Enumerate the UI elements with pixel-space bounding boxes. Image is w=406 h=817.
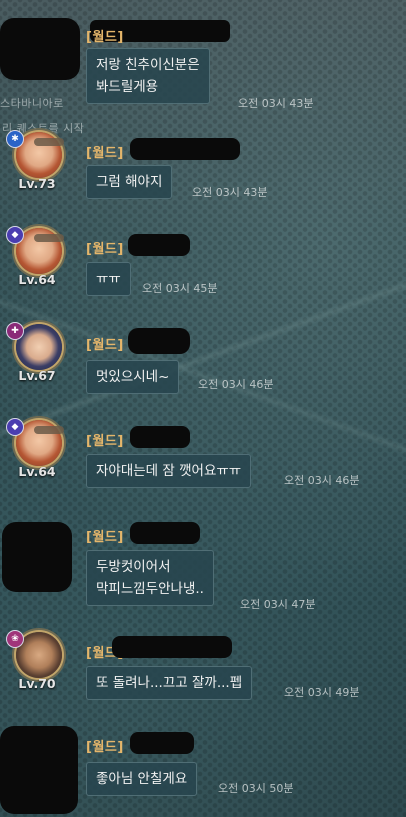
cross-icon: ✚: [6, 322, 24, 340]
avatar[interactable]: ❀ Lv.70: [6, 630, 68, 692]
flower-icon: ❀: [6, 630, 24, 648]
message-time: 오전 03시 43분: [238, 97, 314, 110]
message-bubble[interactable]: 그럼 해야지: [86, 165, 173, 199]
avatar[interactable]: ✱ Lv.73: [6, 130, 68, 192]
censored-username: [130, 522, 200, 544]
level-label: Lv.64: [18, 272, 56, 287]
message-time: 오전 03시 46분: [198, 378, 274, 391]
message-bubble[interactable]: 두방컷이어서 막피느낌두안나냉..: [86, 550, 214, 606]
censored-username: [112, 636, 232, 658]
channel-tag: [월드]: [86, 740, 124, 755]
level-label: Lv.73: [18, 176, 56, 191]
censored-avatar: [0, 18, 80, 80]
channel-tag: [월드]: [86, 338, 124, 353]
channel-tag: [월드]: [86, 146, 124, 161]
message-bubble[interactable]: 멋있으시네~: [86, 360, 180, 394]
message-time: 오전 03시 43분: [192, 186, 268, 199]
message-bubble[interactable]: 자야대는데 잠 깻어요ㅠㅠ: [86, 454, 252, 488]
channel-tag: [월드]: [86, 242, 124, 257]
avatar[interactable]: ◆ Lv.64: [6, 226, 68, 288]
censored-username: [130, 426, 190, 448]
censored-username: [128, 234, 190, 256]
level-label: Lv.70: [18, 676, 56, 691]
paw-icon: ✱: [6, 130, 24, 148]
censored-username: [130, 138, 240, 160]
message-time: 오전 03시 46분: [284, 474, 360, 487]
channel-tag: [월드]: [86, 30, 124, 45]
shield-icon: ◆: [6, 418, 24, 436]
message-bubble[interactable]: 또 돌려나...끄고 잘까...펩: [86, 666, 253, 700]
level-label: Lv.64: [18, 464, 56, 479]
level-label: Lv.67: [18, 368, 56, 383]
channel-tag: [월드]: [86, 530, 124, 545]
message-bubble[interactable]: ㅠㅠ: [86, 262, 131, 296]
system-text-1: 스타바니아로: [0, 97, 64, 110]
message-bubble[interactable]: 저랑 친추이신분은 봐드릴게용: [86, 48, 210, 104]
message-bubble[interactable]: 좋아님 안칠게요: [86, 762, 198, 796]
censored-avatar: [0, 726, 78, 814]
censored-username: [128, 328, 190, 354]
message-time: 오전 03시 45분: [142, 282, 218, 295]
shield-icon: ◆: [6, 226, 24, 244]
channel-tag: [월드]: [86, 434, 124, 449]
censored-username: [130, 732, 194, 754]
censored-avatar: [2, 522, 72, 592]
message-time: 오전 03시 50분: [218, 782, 294, 795]
avatar[interactable]: ◆ Lv.64: [6, 418, 68, 480]
avatar[interactable]: ✚ Lv.67: [6, 322, 68, 384]
message-time: 오전 03시 49분: [284, 686, 360, 699]
message-time: 오전 03시 47분: [240, 598, 316, 611]
